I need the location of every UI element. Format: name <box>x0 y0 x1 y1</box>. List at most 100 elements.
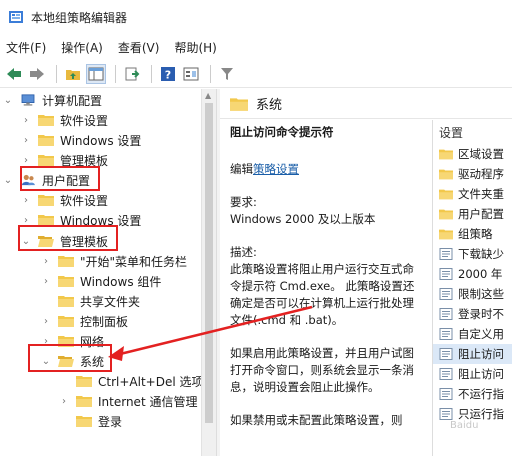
tree-item-admin-templates[interactable]: › 管理模板 <box>20 150 108 170</box>
tree-item-control-panel[interactable]: › 控制面板 <box>40 311 128 331</box>
menu-view[interactable]: 查看(V) <box>118 39 169 56</box>
settings-list-item[interactable]: 2000 年 <box>433 264 512 284</box>
policy-title: 阻止访问命令提示符 <box>230 125 334 139</box>
settings-list-item[interactable]: 自定义用 <box>433 324 512 344</box>
settings-list-item[interactable]: 驱动程序 <box>433 164 512 184</box>
policy-setting-icon <box>439 408 453 420</box>
svg-text:?: ? <box>165 68 171 81</box>
folder-up-icon <box>66 69 80 80</box>
chevron-right-icon[interactable]: › <box>40 275 52 287</box>
tree-item-network[interactable]: › 网络 <box>40 331 104 351</box>
tree-item-ctrl-alt-del[interactable]: Ctrl+Alt+Del 选项 <box>76 371 203 391</box>
show-hide-tree-button[interactable] <box>86 63 106 84</box>
toolbar-separator <box>115 64 116 83</box>
console-tree: ⌄ 计算机配置 › 软件设置 › Windows 设置 › 管理模板 ⌄ 用户配… <box>0 89 216 456</box>
folder-open-icon <box>58 356 74 367</box>
chevron-right-icon[interactable]: › <box>40 315 52 327</box>
settings-list-item[interactable]: 区域设置 <box>433 144 512 164</box>
filter-icon <box>221 67 233 80</box>
tree-item-software-settings[interactable]: › 软件设置 <box>20 190 108 210</box>
folder-icon <box>230 97 248 111</box>
chevron-right-icon[interactable]: › <box>40 335 52 347</box>
tree-item-label: 用户配置 <box>42 173 91 188</box>
tree-item-software-settings[interactable]: › 软件设置 <box>20 110 108 130</box>
tree-item-windows-settings[interactable]: › Windows 设置 <box>20 130 141 150</box>
tree-item-internet-comm[interactable]: › Internet 通信管理 <box>58 391 197 411</box>
chevron-right-icon[interactable]: › <box>20 114 32 126</box>
chevron-right-icon[interactable]: › <box>58 395 70 407</box>
tree-item-label: Windows 组件 <box>80 274 162 289</box>
chevron-right-icon[interactable]: › <box>20 214 32 226</box>
settings-list: 设置 区域设置驱动程序文件夹重用户配置组策略下载缺少 2000 年限制这些 登录时不… <box>432 120 512 456</box>
chevron-right-icon[interactable]: › <box>20 154 32 166</box>
tree-item-label: 共享文件夹 <box>80 294 141 309</box>
tree-item-user-config[interactable]: ⌄ 用户配置 <box>2 170 90 190</box>
settings-list-item[interactable]: 限制这些 <box>433 284 512 304</box>
settings-item-label: 组策略 <box>458 227 493 241</box>
chevron-down-icon[interactable]: ⌄ <box>20 235 32 247</box>
tree-item-admin-templates[interactable]: ⌄ 管理模板 <box>20 231 108 251</box>
description-text: 如果禁用或未配置此策略设置，则 <box>230 413 403 427</box>
toolbar-separator <box>210 64 211 83</box>
export-list-button[interactable] <box>122 64 142 84</box>
tree-item-label: 软件设置 <box>60 193 109 208</box>
tree-item-label: 计算机配置 <box>42 93 103 108</box>
up-folder-button[interactable] <box>63 64 83 84</box>
policy-setting-icon <box>439 248 453 260</box>
forward-button[interactable] <box>27 64 47 84</box>
folder-icon <box>439 149 453 160</box>
settings-column-header[interactable]: 设置 <box>433 120 512 144</box>
edit-policy-link[interactable]: 策略设置 <box>253 162 299 176</box>
tree-item-computer-config[interactable]: ⌄ 计算机配置 <box>2 90 102 110</box>
tree-item-shared-folders[interactable]: 共享文件夹 <box>58 291 140 311</box>
settings-list-item[interactable]: 组策略 <box>433 224 512 244</box>
settings-list-item[interactable]: 用户配置 <box>433 204 512 224</box>
requirement-label: 要求: <box>230 195 257 209</box>
console-tree-icon <box>88 67 104 80</box>
settings-item-label: 文件夹重 <box>458 187 504 201</box>
folder-icon <box>439 229 453 240</box>
folder-icon <box>38 115 54 126</box>
settings-list-item[interactable]: 阻止访问 <box>433 344 512 364</box>
chevron-down-icon[interactable]: ⌄ <box>2 94 14 106</box>
policy-setting-icon <box>439 348 453 360</box>
folder-icon <box>58 276 74 287</box>
settings-list-item[interactable]: 文件夹重 <box>433 184 512 204</box>
chevron-right-icon[interactable]: › <box>40 255 52 267</box>
scrollbar-thumb[interactable] <box>205 103 213 423</box>
help-icon: ? <box>161 66 175 81</box>
menu-help[interactable]: 帮助(H) <box>174 39 225 56</box>
properties-button[interactable] <box>181 64 201 84</box>
tree-scrollbar[interactable]: ▲ <box>201 89 216 456</box>
folder-icon <box>58 316 74 327</box>
settings-item-label: 不运行指 <box>458 387 504 401</box>
help-button[interactable]: ? <box>158 64 178 84</box>
folder-icon <box>38 215 54 226</box>
folder-open-icon <box>38 236 54 247</box>
chevron-right-icon[interactable]: › <box>20 194 32 206</box>
folder-icon <box>76 416 92 427</box>
settings-list-item[interactable]: 不运行指 <box>433 384 512 404</box>
scroll-up-icon[interactable]: ▲ <box>205 91 211 100</box>
menu-action[interactable]: 操作(A) <box>61 39 112 56</box>
chevron-down-icon[interactable]: ⌄ <box>40 355 52 367</box>
settings-list-item[interactable]: 登录时不 <box>433 304 512 324</box>
settings-item-label: 区域设置 <box>458 147 504 161</box>
description-label: 描述: <box>230 245 257 259</box>
chevron-down-icon[interactable]: ⌄ <box>2 174 14 186</box>
folder-icon <box>38 195 54 206</box>
settings-list-item[interactable]: 阻止访问 <box>433 364 512 384</box>
description-text: 此策略设置将阻止用户运行交互式命令提示符 Cmd.exe。 此策略设置还确定是否… <box>230 262 415 327</box>
tree-item-logon[interactable]: 登录 <box>76 411 122 431</box>
tree-item-windows-settings[interactable]: › Windows 设置 <box>20 210 141 230</box>
settings-list-item[interactable]: 下载缺少 <box>433 244 512 264</box>
tree-item-start-menu-taskbar[interactable]: › "开始"菜单和任务栏 <box>40 251 187 271</box>
filter-button[interactable] <box>217 64 237 84</box>
chevron-right-icon[interactable]: › <box>20 134 32 146</box>
tree-item-system[interactable]: ⌄ 系统 <box>40 351 104 371</box>
settings-item-label: 2000 年 <box>458 267 503 281</box>
menu-file[interactable]: 文件(F) <box>6 39 55 56</box>
back-button[interactable] <box>4 64 24 84</box>
tree-item-windows-components[interactable]: › Windows 组件 <box>40 271 161 291</box>
policy-setting-icon <box>439 328 453 340</box>
